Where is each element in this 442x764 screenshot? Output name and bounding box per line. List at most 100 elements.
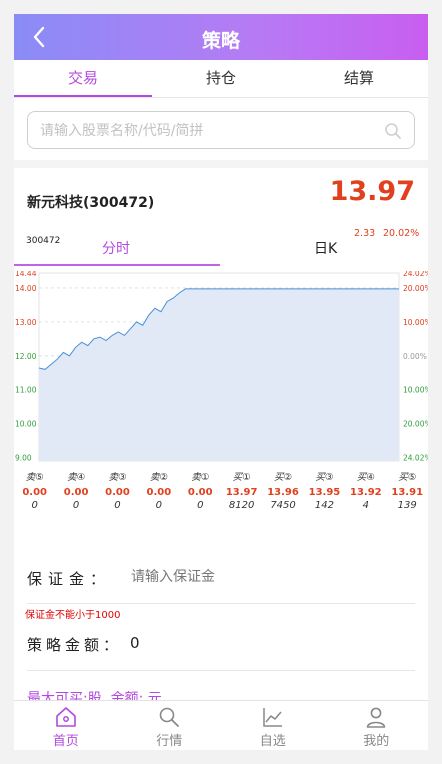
stock-name: 新元科技(300472) [27,195,155,211]
order-level-label: 卖① [191,472,210,483]
tab-intraday[interactable]: 分时 [102,238,130,258]
nav-market-label: 行情 [156,734,183,749]
y-tick-label: 11.00 [15,386,37,395]
order-book-level: 买① 13.97 8120 [221,472,262,532]
strategy-amount-label: 策略金额： [27,634,122,655]
tab-daily-k[interactable]: 日K [314,238,337,258]
order-level-price: 13.96 [267,487,299,498]
order-level-label: 买① [232,472,251,483]
header-bar: 策略 [14,14,428,60]
order-level-price: 13.95 [308,487,341,498]
order-level-label: 卖⑤ [25,472,44,483]
margin-input[interactable] [131,566,331,588]
order-book-level: 买② 13.96 7450 [262,472,303,532]
intraday-chart: 14.44 14.00 13.00 12.00 11.00 10.00 9.00 24.02%… [15,271,428,463]
order-level-price: 0.00 [146,487,172,498]
order-level-volume: 0 [114,500,121,511]
bottom-nav: 首页 行情 自选 我的 [14,700,428,750]
order-level-label: 卖④ [67,472,86,483]
chart-line-icon [263,708,282,727]
order-level-volume: 0 [31,500,38,511]
margin-label-text: 保证金 [27,570,91,588]
order-book-level: 卖⑤ 0.00 0 [14,472,55,532]
order-level-price: 0.00 [63,487,89,498]
search-icon[interactable] [384,122,402,140]
strategy-form: 保证金： 保证金不能小于1000 策略金额： 0 最大可买:股, 金额: 元 [14,538,428,707]
y-tick-label: 9.00 [15,454,32,463]
price-change-percent: 20.02% [383,228,420,239]
nav-home[interactable]: 首页 [14,701,118,750]
amount-label-text: 策略金额 [27,636,104,654]
nav-watchlist[interactable]: 自选 [221,701,325,750]
order-level-volume: 7450 [270,500,296,511]
order-level-label: 买④ [356,472,375,483]
margin-label-colon: ： [90,570,106,588]
y-tick-label: 10.00 [15,420,37,429]
order-book: 卖⑤ 0.00 0 卖④ 0.00 0 卖③ 0.00 0 卖② 0.00 0 卖① 0.00 0 买① 13.… [14,472,428,532]
order-level-volume: 8120 [228,500,255,511]
order-book-level: 卖① 0.00 0 [180,472,221,532]
search-icon [159,707,180,727]
nav-profile[interactable]: 我的 [325,701,429,750]
order-book-level: 买④ 13.92 4 [345,472,386,532]
order-level-label: 买② [274,472,293,483]
page-title: 策略 [201,30,240,52]
order-level-label: 买③ [315,472,334,483]
order-level-price: 13.91 [391,487,424,498]
chart-tab-indicator [14,264,220,266]
y-tick-right-label: 10.00% [403,318,428,327]
order-level-volume: 142 [314,500,334,511]
order-level-price: 0.00 [105,487,130,498]
y-tick-label: 13.00 [15,318,37,327]
order-level-volume: 0 [72,500,80,511]
stock-price: 13.97 [329,176,415,207]
order-book-level: 买③ 13.95 142 [304,472,345,532]
nav-profile-label: 我的 [363,734,390,749]
search-section [14,98,428,160]
order-level-price: 0.00 [187,487,213,498]
order-level-price: 13.97 [225,487,258,498]
y-tick-right-label: 0.00% [403,352,427,361]
y-tick-right-label: 24.02% [403,271,428,278]
y-tick-right-label: 10.00% [403,386,428,395]
order-book-level: 卖② 0.00 0 [138,472,179,532]
tab-trade[interactable]: 交易 [14,60,152,97]
order-level-price: 13.92 [350,487,382,498]
nav-market[interactable]: 行情 [118,701,222,750]
order-book-level: 卖④ 0.00 0 [55,472,96,532]
divider [27,670,415,671]
tab-settlement[interactable]: 结算 [290,60,428,97]
order-level-label: 卖③ [108,472,127,483]
tab-positions[interactable]: 持仓 [152,60,290,97]
nav-home-label: 首页 [52,734,79,749]
nav-watchlist-label: 自选 [259,734,286,749]
divider [27,603,415,604]
y-tick-label: 12.00 [15,352,37,361]
amount-label-colon: ： [103,636,123,654]
stock-search-input[interactable] [40,120,370,142]
y-tick-label: 14.00 [15,284,37,293]
app-screen: 策略 交易 持仓 结算 新元科技(300472) 13.97 2.33 20.0… [14,14,428,750]
y-tick-label: 14.44 [15,271,37,278]
order-level-label: 买⑤ [398,472,417,483]
user-icon [366,707,386,728]
home-icon [55,707,76,727]
search-box [27,111,415,149]
stock-code: 300472 [26,236,61,246]
price-change: 2.33 [354,228,376,239]
y-tick-right-label: 20.00% [403,284,428,293]
order-level-volume: 0 [155,500,163,511]
margin-label: 保证金： [27,568,105,589]
y-tick-right-label: 24.02% [403,454,428,463]
order-level-volume: 0 [197,500,204,511]
order-level-volume: 139 [397,500,417,511]
y-tick-right-label: 20.00% [403,420,428,429]
order-level-volume: 4 [362,500,369,511]
order-level-price: 0.00 [22,487,48,498]
trade-tabs: 交易 持仓 结算 [14,60,428,98]
stock-quote-panel: 新元科技(300472) 13.97 2.33 20.02% 300472 分时… [14,168,428,538]
order-level-label: 卖② [149,472,168,483]
price-area [39,288,399,461]
order-book-level: 买⑤ 13.91 139 [387,472,428,532]
strategy-amount-value: 0 [130,634,140,652]
